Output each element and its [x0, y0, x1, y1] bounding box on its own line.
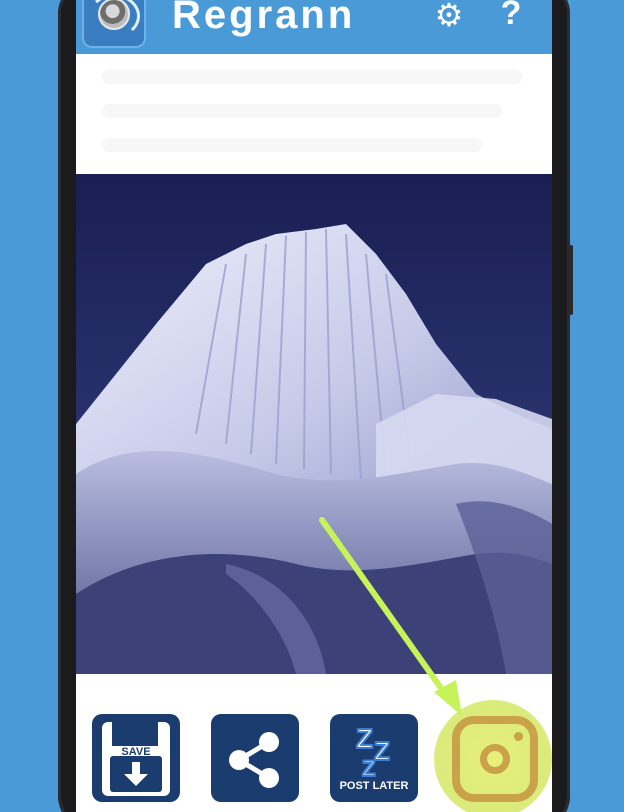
- svg-text:Z: Z: [356, 723, 373, 754]
- save-button[interactable]: SAVE: [92, 714, 180, 802]
- repost-image[interactable]: [76, 174, 552, 674]
- caption-line: [102, 138, 482, 152]
- gear-icon[interactable]: ⚙: [432, 0, 466, 31]
- svg-text:Z: Z: [374, 736, 390, 766]
- help-icon[interactable]: ?: [496, 0, 526, 30]
- share-button[interactable]: [211, 714, 299, 802]
- post-later-label: POST LATER: [339, 780, 409, 792]
- post-later-button[interactable]: Z Z Z POST LATER: [330, 714, 418, 802]
- regrann-logo-icon: [82, 0, 146, 48]
- download-arrow-panel: [110, 756, 162, 792]
- caption-area: [76, 54, 552, 174]
- floppy-disk-icon: SAVE: [102, 722, 170, 796]
- instagram-lens: [480, 744, 510, 774]
- floppy-shutter: [112, 722, 158, 746]
- app-title: Regrann: [172, 0, 356, 37]
- app-screen: Regrann ⚙ ?: [76, 0, 552, 812]
- app-bar: Regrann ⚙ ?: [76, 0, 552, 54]
- caption-line: [102, 70, 522, 84]
- zzz-sleep-icon: Z Z Z: [355, 722, 391, 782]
- download-arrow-icon: [124, 762, 148, 786]
- caption-line: [102, 104, 502, 118]
- instagram-flash-dot: [514, 732, 523, 741]
- svg-text:Z: Z: [362, 756, 375, 781]
- mountain-photo: [76, 224, 552, 674]
- instagram-icon[interactable]: [452, 716, 538, 802]
- phone-side-button: [568, 245, 573, 315]
- share-icon: [229, 732, 279, 788]
